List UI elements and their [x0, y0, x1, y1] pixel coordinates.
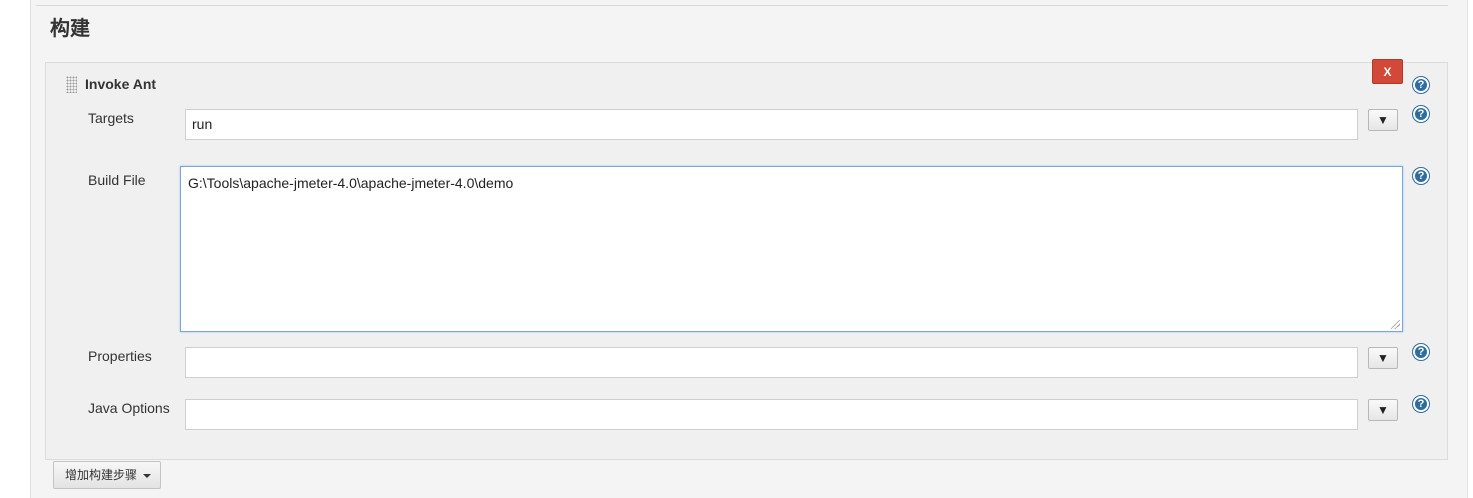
caret-down-icon	[143, 474, 151, 478]
add-build-step-label: 增加构建步骤	[65, 468, 138, 482]
question-circle-icon[interactable]: ?	[1413, 396, 1429, 412]
properties-expand-button[interactable]: ▼	[1368, 347, 1398, 369]
delete-step-button[interactable]: X	[1372, 59, 1403, 84]
java-options-input[interactable]	[185, 399, 1358, 430]
question-circle-icon[interactable]: ?	[1413, 106, 1429, 122]
question-circle-icon[interactable]: ?	[1413, 168, 1429, 184]
build-file-textarea[interactable]: G:\Tools\apache-jmeter-4.0\apache-jmeter…	[180, 166, 1403, 332]
properties-label: Properties	[88, 348, 152, 364]
add-build-step-button[interactable]: 增加构建步骤	[53, 461, 161, 489]
java-options-label: Java Options	[88, 400, 170, 416]
section-divider	[36, 5, 1448, 6]
drag-handle-icon[interactable]	[66, 76, 77, 93]
question-circle-icon[interactable]: ?	[1413, 344, 1429, 360]
resize-grip-icon[interactable]	[1391, 320, 1400, 329]
build-file-value: G:\Tools\apache-jmeter-4.0\apache-jmeter…	[188, 175, 514, 191]
build-file-label: Build File	[88, 172, 146, 188]
targets-label: Targets	[88, 110, 134, 126]
properties-input[interactable]	[185, 347, 1358, 378]
question-circle-icon[interactable]: ?	[1413, 77, 1429, 93]
targets-expand-button[interactable]: ▼	[1368, 109, 1398, 131]
targets-input[interactable]: run	[185, 109, 1358, 140]
section-title: 构建	[50, 16, 90, 40]
build-step-title: Invoke Ant	[85, 76, 157, 92]
java-options-expand-button[interactable]: ▼	[1368, 399, 1398, 421]
